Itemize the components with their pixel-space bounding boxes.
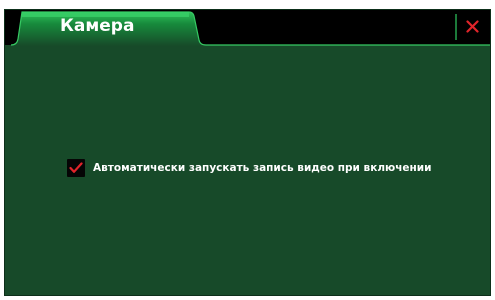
checkmark-icon (69, 162, 83, 173)
close-divider (455, 14, 457, 40)
close-button[interactable] (455, 10, 490, 45)
camera-settings-panel: Камера Автоматически запускать запись ви… (4, 9, 491, 296)
auto-record-option[interactable]: Автоматически запускать запись видео при… (67, 159, 432, 177)
auto-record-label: Автоматически запускать запись видео при… (93, 162, 432, 174)
close-icon (466, 20, 479, 33)
auto-record-checkbox[interactable] (67, 159, 85, 177)
title-bar: Камера (5, 10, 490, 46)
tab-camera-label: Камера (60, 16, 135, 36)
